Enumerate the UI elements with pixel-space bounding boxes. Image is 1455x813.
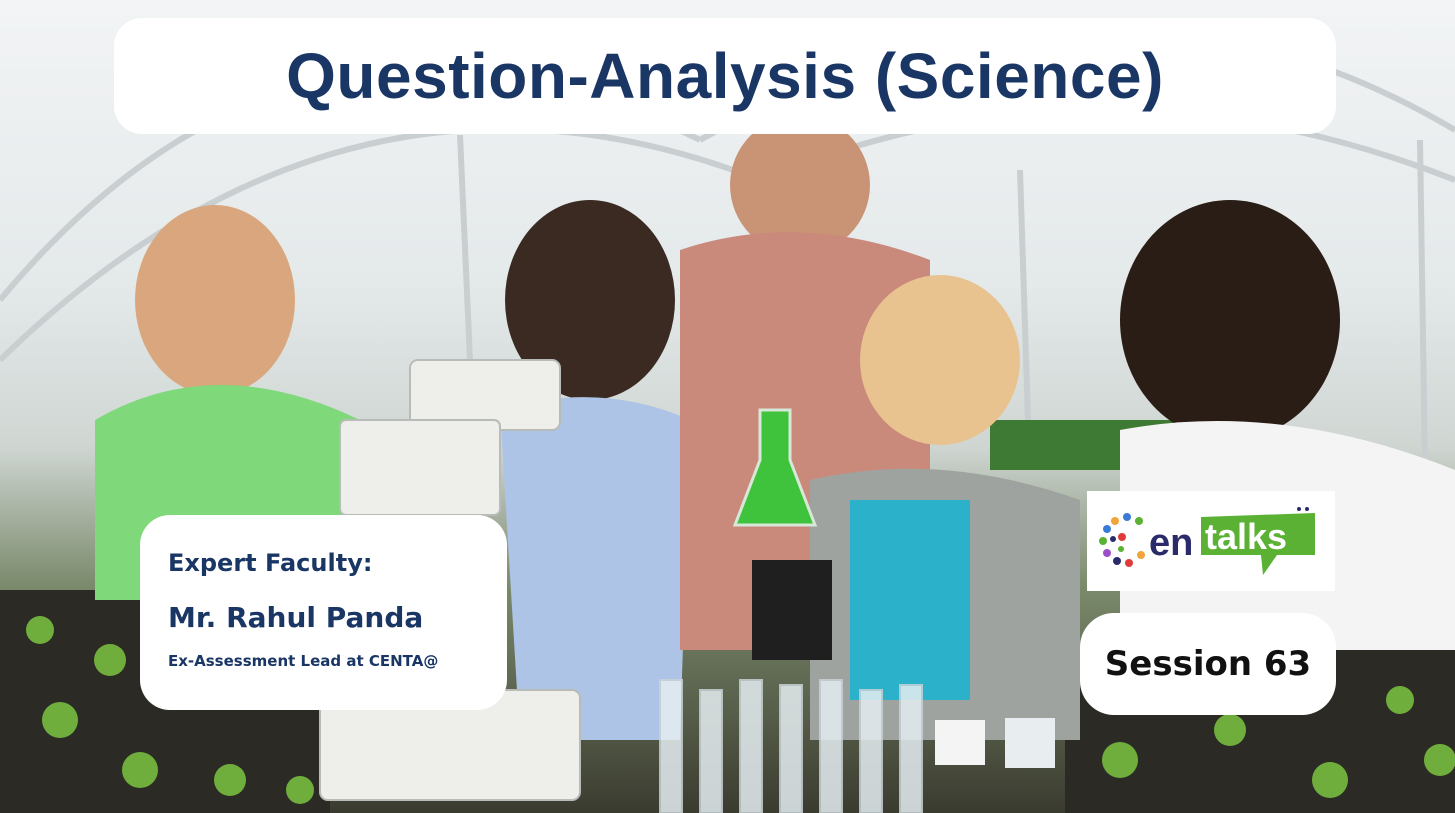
faculty-role: Ex-Assessment Lead at CENTA@: [168, 652, 439, 670]
svg-text:talks: talks: [1205, 516, 1287, 557]
session-label: Session 63: [1104, 644, 1312, 684]
svg-text:en: en: [1149, 522, 1193, 564]
session-badge: Session 63: [1080, 613, 1336, 715]
title-banner: Question-Analysis (Science): [114, 18, 1336, 134]
faculty-card: Expert Faculty: Mr. Rahul Panda Ex-Asses…: [140, 515, 507, 710]
centa-logo-icon: en talks: [1099, 507, 1315, 575]
faculty-label: Expert Faculty:: [168, 549, 373, 577]
faculty-name: Mr. Rahul Panda: [168, 601, 424, 634]
centalks-logo: en talks: [1087, 491, 1335, 591]
page-title: Question-Analysis (Science): [286, 40, 1164, 112]
